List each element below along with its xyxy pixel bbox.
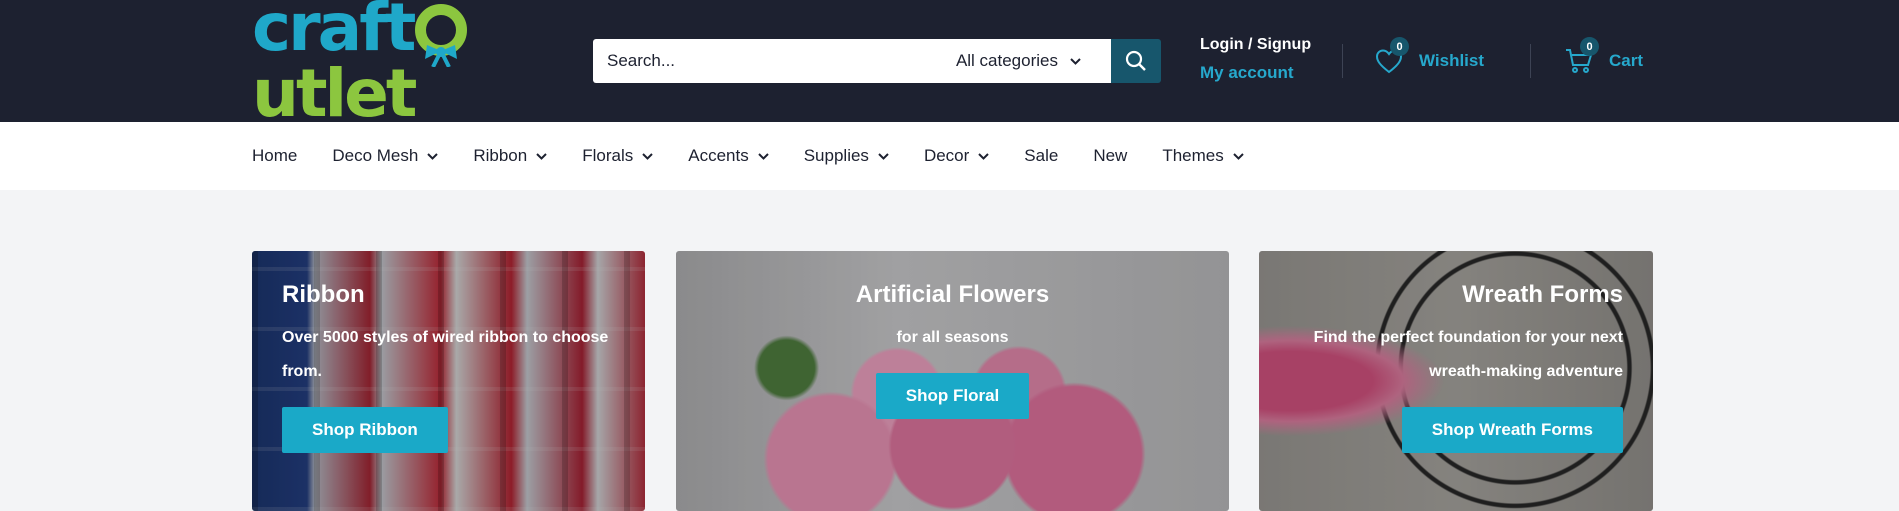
promo-content: Artificial Flowers for all seasons Shop … [676, 281, 1229, 419]
nav-item-label: Florals [582, 146, 634, 165]
nav-item-label: Ribbon [473, 146, 528, 165]
category-select-label: All categories [955, 51, 1058, 70]
nav-item-supplies[interactable]: Supplies [804, 146, 889, 166]
promo-card-artificial-flowers[interactable]: Artificial Flowers for all seasons Shop … [676, 251, 1229, 511]
nav-item-sale[interactable]: Sale [1024, 146, 1058, 166]
promo-content: Wreath Forms Find the perfect foundation… [1299, 281, 1623, 453]
chevron-down-icon [1233, 152, 1244, 160]
chevron-down-icon [536, 152, 547, 160]
cart-count-badge: 0 [1580, 37, 1599, 56]
nav-item-themes[interactable]: Themes [1162, 146, 1244, 166]
nav-item-label: Accents [688, 146, 749, 165]
shop-wreath-forms-button[interactable]: Shop Wreath Forms [1401, 407, 1623, 453]
search-button[interactable] [1111, 39, 1161, 83]
main-navigation: Home Deco Mesh Ribbon Florals Accents Supplie… [0, 122, 1899, 190]
promo-card-wreath-forms[interactable]: Wreath Forms Find the perfect foundation… [1259, 251, 1653, 511]
promo-subtitle: Over 5000 styles of wired ribbon to choo… [282, 329, 609, 380]
wishlist-link[interactable]: 0 Wishlist [1373, 37, 1485, 76]
nav-item-decor[interactable]: Decor [923, 146, 990, 166]
nav-item-accents[interactable]: Accents [688, 146, 769, 166]
site-header: craftutlet All categories Login / Signup… [0, 0, 1899, 127]
chevron-down-icon [878, 152, 889, 160]
logo-text-outlet: utlet [252, 55, 417, 132]
nav-item-label: Themes [1162, 146, 1224, 165]
cart-link[interactable]: 0 Cart [1563, 37, 1644, 76]
promo-subtitle: for all seasons [896, 329, 1009, 346]
search-bar: All categories [593, 39, 1161, 83]
cart-label: Cart [1609, 51, 1644, 70]
nav-item-label: Supplies [803, 146, 869, 165]
promo-card-ribbon[interactable]: Ribbon Over 5000 styles of wired ribbon … [252, 251, 645, 511]
nav-item-ribbon[interactable]: Ribbon [473, 146, 547, 166]
nav-item-home[interactable]: Home [252, 146, 297, 166]
chevron-down-icon [642, 152, 653, 160]
nav-item-new[interactable]: New [1093, 146, 1127, 166]
promo-title: Ribbon [282, 281, 365, 308]
wreath-logo-icon [415, 4, 468, 67]
craft-outlet-logo[interactable]: craft utlet [252, 0, 562, 127]
search-input[interactable] [593, 39, 943, 83]
chevron-down-icon [758, 152, 769, 160]
promo-cards: Ribbon Over 5000 styles of wired ribbon … [0, 251, 1899, 511]
search-icon [1125, 50, 1146, 71]
promo-content: Ribbon Over 5000 styles of wired ribbon … [282, 281, 632, 453]
wishlist-count-badge: 0 [1390, 37, 1409, 56]
shop-floral-button[interactable]: Shop Floral [875, 373, 1030, 419]
promo-title: Wreath Forms [1462, 281, 1623, 308]
nav-item-florals[interactable]: Florals [582, 146, 653, 166]
chevron-down-icon [978, 152, 990, 160]
header-divider [1342, 44, 1343, 78]
chevron-down-icon [1070, 57, 1081, 65]
nav-item-deco-mesh[interactable]: Deco Mesh [332, 146, 439, 166]
nav-item-label: Home [252, 146, 298, 165]
login-signup-link[interactable]: Login / Signup [1200, 36, 1311, 54]
nav-item-label: New [1093, 146, 1128, 165]
nav-item-label: Deco Mesh [332, 146, 419, 165]
promo-title: Artificial Flowers [855, 281, 1050, 308]
my-account-link[interactable]: My account [1200, 63, 1311, 83]
account-menu: Login / Signup My account [1200, 36, 1311, 83]
nav-list: Home Deco Mesh Ribbon Florals Accents Supplie… [252, 122, 1244, 190]
chevron-down-icon [427, 152, 439, 160]
nav-item-label: Decor [923, 146, 970, 165]
category-select[interactable]: All categories [943, 39, 1111, 83]
header-divider [1530, 44, 1531, 78]
promo-subtitle: Find the perfect foundation for your nex… [1313, 329, 1623, 380]
wishlist-label: Wishlist [1419, 51, 1485, 70]
nav-item-label: Sale [1024, 146, 1059, 165]
shop-ribbon-button[interactable]: Shop Ribbon [282, 407, 448, 453]
